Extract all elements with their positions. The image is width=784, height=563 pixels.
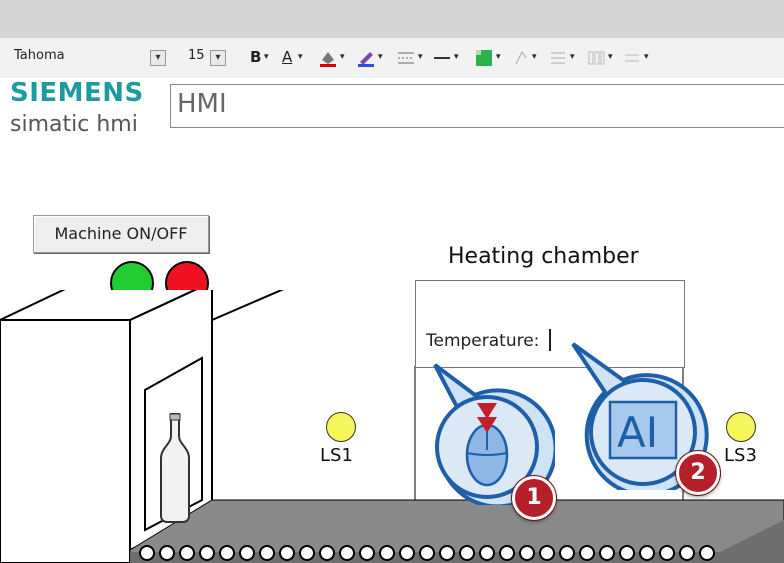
text-color-dropdown-icon[interactable]: ▾ xyxy=(298,46,303,68)
corner-style-icon[interactable] xyxy=(512,48,532,68)
sensor-ls3-label: LS3 xyxy=(724,445,757,466)
text-edit-icon: AI xyxy=(617,408,659,457)
screen-title-text: HMI xyxy=(177,89,227,119)
font-size-select[interactable]: 15 xyxy=(188,48,205,63)
line-width-icon[interactable] xyxy=(432,50,452,66)
conveyor-rollers xyxy=(139,545,715,561)
pattern-dropdown-icon[interactable]: ▾ xyxy=(496,46,501,68)
arrange-dropdown-icon[interactable]: ▾ xyxy=(644,46,649,68)
line-color-icon[interactable] xyxy=(356,48,376,68)
line-width-dropdown-icon[interactable]: ▾ xyxy=(454,46,459,68)
bold-dropdown-icon[interactable]: ▾ xyxy=(264,46,269,68)
sensor-ls1-indicator xyxy=(326,412,356,442)
font-size-dropdown-icon[interactable]: ▾ xyxy=(210,50,226,66)
fill-color-dropdown-icon[interactable]: ▾ xyxy=(340,46,345,68)
distribute-icon[interactable] xyxy=(586,48,606,68)
line-style-icon[interactable] xyxy=(396,50,416,66)
callout-2-badge: 2 xyxy=(676,451,720,495)
fill-color-icon[interactable] xyxy=(318,48,338,68)
pattern-icon[interactable] xyxy=(474,48,494,68)
line-color-dropdown-icon[interactable]: ▾ xyxy=(378,46,383,68)
screen-title-field[interactable]: HMI xyxy=(170,84,784,128)
line-style-dropdown-icon[interactable]: ▾ xyxy=(418,46,423,68)
font-name-dropdown-icon[interactable]: ▾ xyxy=(150,50,166,66)
bottle-graphic xyxy=(160,413,190,523)
sensor-ls1-label: LS1 xyxy=(320,445,353,466)
machine-on-off-button[interactable]: Machine ON/OFF xyxy=(33,215,209,253)
window-top-bar xyxy=(0,0,784,38)
sensor-ls3-indicator xyxy=(726,412,756,442)
arrange-icon[interactable] xyxy=(622,48,642,68)
corner-style-dropdown-icon[interactable]: ▾ xyxy=(532,46,537,68)
text-color-button[interactable]: A xyxy=(282,46,292,68)
simatic-hmi-logo: simatic hmi xyxy=(10,112,138,137)
font-name-select[interactable]: Tahoma xyxy=(14,48,65,63)
align-icon[interactable] xyxy=(548,48,568,68)
bold-button[interactable]: B xyxy=(250,46,261,68)
text-caret xyxy=(549,329,551,351)
temperature-label: Temperature: xyxy=(426,331,540,351)
distribute-dropdown-icon[interactable]: ▾ xyxy=(608,46,613,68)
siemens-logo: SIEMENS xyxy=(10,78,144,108)
formatting-toolbar: Tahoma ▾ 15 ▾ B ▾ A ▾ ▾ ▾ ▾ ▾ ▾ ▾ ▾ ▾ ▾ xyxy=(0,38,784,78)
align-dropdown-icon[interactable]: ▾ xyxy=(570,46,575,68)
heating-chamber-title: Heating chamber xyxy=(448,244,639,269)
callout-1-badge: 1 xyxy=(512,476,556,520)
